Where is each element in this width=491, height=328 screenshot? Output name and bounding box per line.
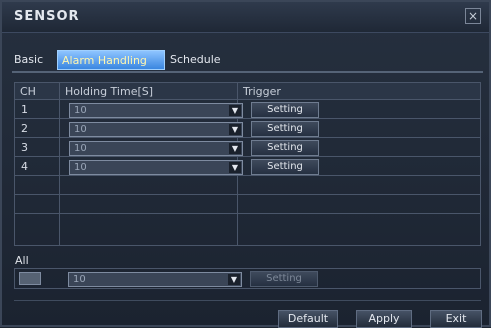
divider	[14, 300, 481, 301]
sensor-dialog: SENSOR × Basic Alarm Handling Schedule C…	[0, 0, 491, 328]
trigger-setting-button[interactable]: Setting	[251, 121, 319, 137]
tab-alarm-handling[interactable]: Alarm Handling	[57, 50, 165, 70]
table-cell	[15, 195, 60, 214]
row-ch: 2	[15, 119, 60, 138]
default-button[interactable]: Default	[278, 310, 338, 328]
row-ch: 1	[15, 100, 60, 119]
table-cell	[15, 176, 60, 195]
row-ch: 4	[15, 157, 60, 176]
tab-basic[interactable]: Basic	[10, 50, 56, 70]
table-cell	[60, 214, 238, 245]
select-value: 10	[74, 124, 87, 135]
all-trigger-setting-button[interactable]: Setting	[250, 271, 318, 287]
table-cell	[15, 214, 60, 245]
title-bar: SENSOR ×	[2, 2, 489, 33]
close-icon[interactable]: ×	[465, 8, 481, 24]
trigger-setting-button[interactable]: Setting	[251, 140, 319, 156]
header-holding-time: Holding Time[S]	[60, 83, 238, 100]
table-cell	[238, 176, 480, 195]
tab-underline	[12, 71, 483, 73]
chevron-down-icon[interactable]: ▼	[228, 274, 240, 285]
header-trigger: Trigger	[238, 83, 480, 100]
row-ch: 3	[15, 138, 60, 157]
all-checkbox[interactable]	[19, 272, 41, 285]
apply-button[interactable]: Apply	[356, 310, 412, 328]
header-ch: CH	[15, 83, 60, 100]
trigger-setting-button[interactable]: Setting	[251, 159, 319, 175]
tab-schedule[interactable]: Schedule	[166, 50, 236, 70]
select-value: 10	[74, 162, 87, 173]
all-label: All	[15, 254, 29, 267]
select-value: 10	[73, 274, 86, 285]
table-cell	[238, 195, 480, 214]
holding-time-select[interactable]: 10 ▼	[69, 103, 243, 118]
holding-time-select[interactable]: 10 ▼	[69, 141, 243, 156]
table-cell	[60, 176, 238, 195]
select-value: 10	[74, 143, 87, 154]
holding-time-select[interactable]: 10 ▼	[69, 160, 243, 175]
sensor-table: CH Holding Time[S] Trigger 1 10 ▼ Setting…	[14, 82, 481, 246]
chevron-down-icon[interactable]: ▼	[229, 124, 241, 135]
trigger-setting-button[interactable]: Setting	[251, 102, 319, 118]
select-value: 10	[74, 105, 87, 116]
chevron-down-icon[interactable]: ▼	[229, 162, 241, 173]
holding-time-select[interactable]: 10 ▼	[69, 122, 243, 137]
chevron-down-icon[interactable]: ▼	[229, 143, 241, 154]
dialog-title: SENSOR	[14, 9, 80, 24]
table-cell	[238, 214, 480, 245]
chevron-down-icon[interactable]: ▼	[229, 105, 241, 116]
exit-button[interactable]: Exit	[430, 310, 482, 328]
all-holding-time-select[interactable]: 10 ▼	[68, 272, 242, 287]
table-cell	[60, 195, 238, 214]
